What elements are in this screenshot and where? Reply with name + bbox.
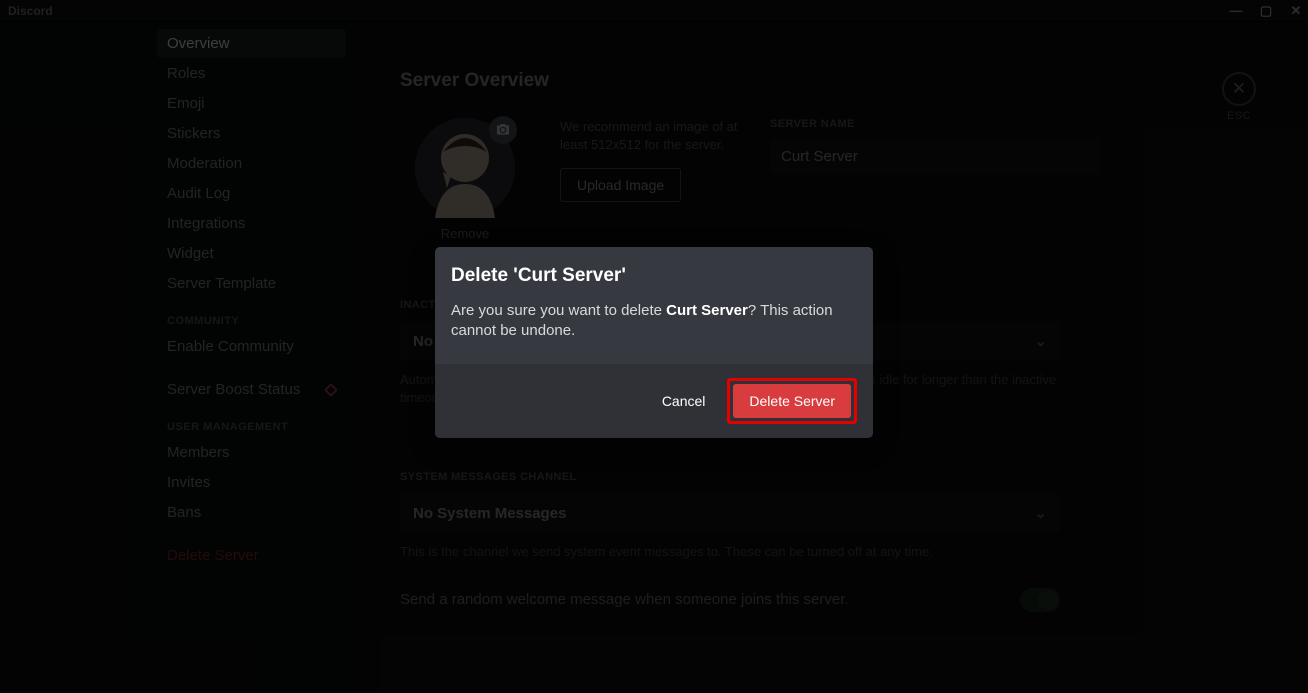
modal-body: Delete 'Curt Server' Are you sure you wa… xyxy=(435,247,873,364)
modal-text: Are you sure you want to delete Curt Ser… xyxy=(451,301,857,342)
modal-overlay[interactable]: Delete 'Curt Server' Are you sure you wa… xyxy=(0,0,1308,693)
modal-title: Delete 'Curt Server' xyxy=(451,265,857,287)
delete-server-modal: Delete 'Curt Server' Are you sure you wa… xyxy=(435,247,873,438)
cancel-button[interactable]: Cancel xyxy=(662,393,706,409)
delete-server-button[interactable]: Delete Server xyxy=(733,384,851,418)
modal-footer: Cancel Delete Server xyxy=(435,364,873,438)
delete-server-highlight: Delete Server xyxy=(727,378,857,424)
